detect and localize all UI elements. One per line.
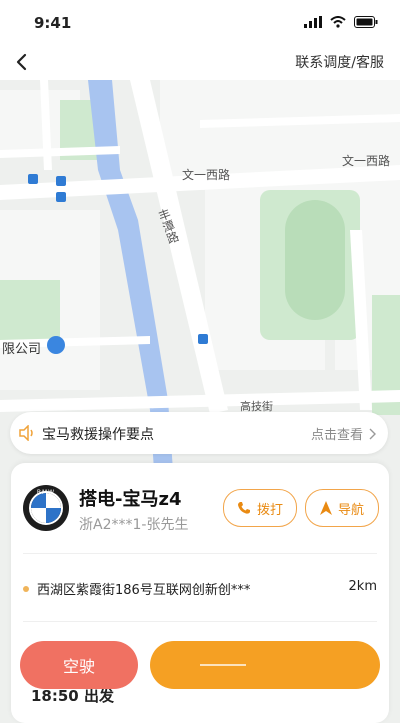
depart-label: 出发 [83, 687, 114, 705]
plate-owner: 浙A2***1-张先生 [79, 517, 189, 533]
empty-run-button[interactable]: 空驶 [20, 641, 138, 689]
signal-icon [304, 16, 322, 28]
road-label: 文一西路 [342, 154, 391, 168]
call-button[interactable]: 拨打 [223, 489, 297, 527]
tip-link-label: 点击查看 [310, 428, 363, 443]
distance-text: 2km [348, 579, 377, 594]
wifi-icon [330, 16, 346, 28]
call-label: 拨打 [256, 502, 283, 518]
bmw-logo-text: BMW [36, 489, 56, 496]
navigate-label: 导航 [337, 502, 364, 518]
chevron-right-icon [369, 428, 376, 439]
status-time: 9:41 [34, 14, 72, 32]
slide-action-button[interactable] [150, 641, 380, 689]
status-bar: 9:41 [0, 0, 400, 44]
address-text: 西湖区紫霞街186号互联网创新创*** [37, 583, 251, 598]
back-button[interactable] [8, 49, 34, 75]
chevron-left-icon [16, 53, 27, 71]
rescue-tip-bar[interactable]: 宝马救援操作要点 点击查看 [10, 412, 388, 454]
slide-hint-line [200, 664, 246, 666]
nav-bar: 联系调度/客服 [0, 44, 400, 80]
poi-label: 限公司 [2, 342, 42, 357]
address-dot-icon [23, 586, 29, 592]
navigate-button[interactable]: 导航 [305, 489, 379, 527]
phone-icon [237, 502, 250, 514]
depart-time: 18:50 [31, 687, 79, 705]
contact-dispatch-link[interactable]: 联系调度/客服 [295, 52, 384, 72]
divider [23, 621, 377, 622]
tip-view-link[interactable]: 点击查看 [311, 424, 376, 443]
tip-text: 宝马救援操作要点 [42, 427, 154, 443]
divider [23, 553, 377, 554]
navigation-arrow-icon [319, 501, 332, 515]
speaker-icon [19, 425, 33, 441]
car-title: 搭电-宝马z4 [79, 489, 182, 510]
road-label: 文一西路 [182, 168, 231, 182]
bmw-logo: BMW [23, 485, 69, 531]
status-icons [304, 16, 378, 28]
battery-icon [354, 16, 378, 28]
